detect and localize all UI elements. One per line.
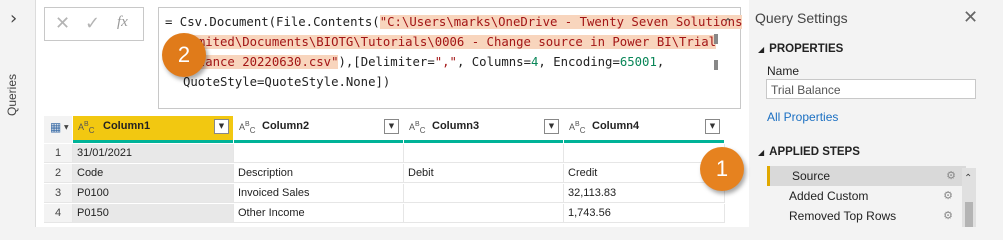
table-cell[interactable]: P0150	[73, 204, 234, 223]
text-type-icon[interactable]: ABC	[569, 121, 585, 135]
chevron-up-icon[interactable]: ⌃	[723, 16, 733, 30]
applied-steps-list: Source ⚙ Added Custom ⚙ Removed Top Rows…	[767, 166, 966, 227]
table-cell[interactable]: Code	[73, 164, 234, 183]
table-cell[interactable]	[404, 184, 564, 203]
table-cell[interactable]: Invoiced Sales	[234, 184, 404, 203]
queries-label[interactable]: Queries	[5, 60, 29, 130]
column-name: Column2	[262, 120, 310, 132]
row-number[interactable]: 3	[44, 184, 73, 203]
table-cell[interactable]: 1,743.56	[564, 204, 725, 223]
applied-steps-heading[interactable]: ◢ APPLIED STEPS	[758, 146, 860, 158]
formula-line-3: Balance 20220630.csv"),[Delimiter=",", C…	[183, 52, 664, 72]
all-properties-link[interactable]: All Properties	[767, 110, 838, 124]
table-cell[interactable]: 31/01/2021	[73, 144, 234, 163]
row-number[interactable]: 2	[44, 164, 73, 183]
callout-2: 2	[162, 33, 206, 77]
table-cell[interactable]: Debit	[404, 164, 564, 183]
table-cell[interactable]	[404, 144, 564, 163]
collapse-triangle-icon[interactable]: ◢	[758, 148, 764, 157]
scroll-thumb[interactable]	[965, 202, 973, 227]
query-name-input[interactable]: Trial Balance	[766, 79, 976, 99]
formula-token: ,	[656, 55, 665, 69]
step-added-custom[interactable]: Added Custom ⚙	[767, 186, 963, 206]
table-cell[interactable]	[234, 144, 404, 163]
text-type-icon[interactable]: ABC	[78, 121, 94, 135]
column-name: Column3	[432, 120, 480, 132]
column-header-1[interactable]: ABC Column1 ▼	[73, 116, 233, 143]
gear-icon[interactable]: ⚙	[943, 186, 953, 206]
formula-path-string: Balance 20220630.csv"	[183, 55, 339, 69]
column-header-4[interactable]: ABC Column4 ▼	[564, 116, 724, 143]
text-type-icon[interactable]: ABC	[239, 121, 255, 135]
query-settings-panel: Query Settings ✕ ◢ PROPERTIES Name Trial …	[750, 0, 1003, 227]
chevron-up-icon[interactable]: ⌃	[964, 173, 972, 184]
chevron-down-icon[interactable]: ▼	[64, 124, 69, 131]
collapse-triangle-icon[interactable]: ◢	[758, 45, 764, 54]
text-type-icon[interactable]: ABC	[409, 121, 425, 135]
formula-scroll[interactable]: ⌃	[714, 16, 736, 96]
main-area: ✕ ✓ fx = Csv.Document(File.Contents("C:\…	[36, 0, 749, 227]
formula-path-string: Limited\Documents\BIOTG\Tutorials\0006 -…	[183, 35, 717, 49]
formula-token: , Columns=	[456, 55, 531, 69]
formula-number: 65001	[619, 55, 657, 69]
formula-path-string: "C:\Users\marks\OneDrive - Twenty Seven …	[379, 15, 743, 29]
step-label: Added Custom	[789, 189, 869, 203]
column-header-3[interactable]: ABC Column3 ▼	[404, 116, 563, 143]
formula-line-1: = Csv.Document(File.Contents("C:\Users\m…	[165, 12, 743, 32]
queries-pane: › Queries	[0, 0, 36, 227]
formula-line-2: Limited\Documents\BIOTG\Tutorials\0006 -…	[183, 32, 717, 52]
table-cell[interactable]: P0100	[73, 184, 234, 203]
callout-1: 1	[700, 147, 744, 191]
step-label: Source	[792, 169, 831, 183]
table-menu-header[interactable]: ▦ ▼	[44, 116, 72, 143]
formula-token: = Csv.Document(File.Contents(	[165, 15, 380, 29]
filter-dropdown-icon[interactable]: ▼	[214, 119, 229, 134]
step-source[interactable]: Source ⚙	[767, 166, 966, 186]
properties-heading-label: PROPERTIES	[769, 43, 844, 55]
applied-steps-heading-label: APPLIED STEPS	[769, 146, 860, 158]
table-cell[interactable]: 32,113.83	[564, 184, 725, 203]
checkmark-icon[interactable]: ✓	[85, 13, 100, 34]
table-cell[interactable]: Other Income	[234, 204, 404, 223]
data-preview-grid: ▦ ▼ ABC Column1 ▼ ABC Column2 ▼ ABC Colu…	[44, 116, 732, 227]
close-icon[interactable]: ✕	[963, 7, 978, 28]
step-removed-top-rows[interactable]: Removed Top Rows ⚙	[767, 206, 963, 226]
filter-dropdown-icon[interactable]: ▼	[544, 119, 559, 134]
gear-icon[interactable]: ⚙	[946, 166, 956, 186]
formula-token: , Encoding=	[538, 55, 620, 69]
column-name: Column1	[103, 120, 151, 132]
properties-heading[interactable]: ◢ PROPERTIES	[758, 43, 843, 55]
gear-icon[interactable]: ⚙	[943, 206, 953, 226]
name-label: Name	[767, 64, 800, 78]
formula-controls: ✕ ✓ fx	[44, 7, 144, 41]
column-header-2[interactable]: ABC Column2 ▼	[234, 116, 403, 143]
step-label: Removed Top Rows	[789, 209, 897, 223]
fx-icon[interactable]: fx	[117, 14, 128, 31]
formula-token: ),[Delimiter=	[338, 55, 435, 69]
formula-token: QuoteStyle=QuoteStyle.None])	[183, 75, 391, 89]
steps-scrollbar[interactable]: ⌃	[962, 168, 976, 227]
table-cell[interactable]	[404, 204, 564, 223]
formula-editor[interactable]: = Csv.Document(File.Contents("C:\Users\m…	[158, 7, 743, 109]
scroll-marker	[714, 34, 718, 44]
filter-dropdown-icon[interactable]: ▼	[705, 119, 720, 134]
scroll-marker	[714, 60, 718, 70]
table-cell[interactable]: Description	[234, 164, 404, 183]
column-name: Column4	[592, 120, 640, 132]
chevron-right-icon[interactable]: ›	[10, 8, 17, 29]
formula-delimiter: ","	[434, 55, 457, 69]
formula-line-4: QuoteStyle=QuoteStyle.None])	[183, 72, 390, 92]
panel-title: Query Settings	[755, 10, 848, 26]
row-number[interactable]: 4	[44, 204, 73, 223]
row-number[interactable]: 1	[44, 144, 73, 163]
close-icon[interactable]: ✕	[55, 13, 70, 34]
filter-dropdown-icon[interactable]: ▼	[384, 119, 399, 134]
table-menu-icon[interactable]: ▦	[50, 120, 61, 134]
